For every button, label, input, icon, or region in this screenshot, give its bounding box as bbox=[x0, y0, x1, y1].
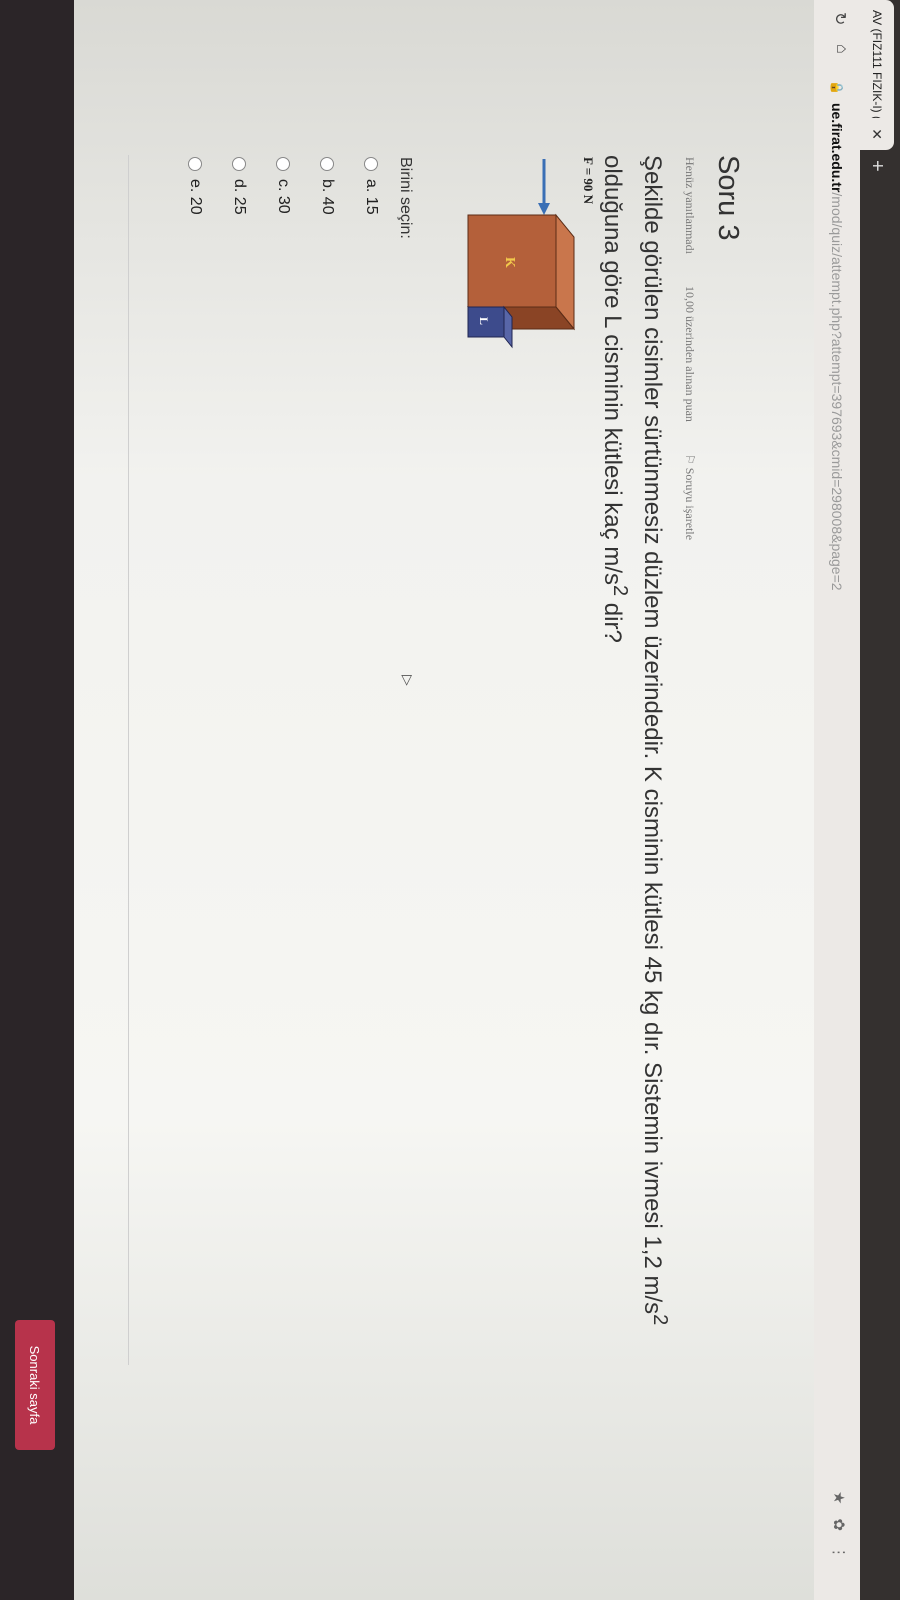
tab-title: AV (FIZ111 FIZIK-I) (say... bbox=[870, 10, 884, 119]
option-a[interactable]: a. 15 bbox=[362, 157, 380, 215]
radio-button[interactable] bbox=[364, 157, 378, 171]
divider bbox=[128, 155, 129, 1365]
question-text: Şekilde görülen cisimler sürtünmesiz düz… bbox=[596, 155, 676, 1355]
option-label: d. 25 bbox=[231, 179, 248, 215]
block-l-label: L bbox=[477, 317, 491, 325]
question-text-part3: dir? bbox=[599, 596, 626, 643]
close-tab-icon[interactable]: ✕ bbox=[869, 128, 886, 140]
screen: AV (FIZ111 FIZIK-I) (say... ✕ + ↻ ⌂ 🔒 ue… bbox=[0, 0, 900, 1600]
answer-prompt: Birini seçin: bbox=[397, 157, 414, 239]
option-d[interactable]: d. 25 bbox=[230, 157, 248, 215]
radio-button[interactable] bbox=[276, 157, 290, 171]
home-icon[interactable]: ⌂ bbox=[832, 44, 850, 54]
address-bar: ↻ ⌂ 🔒 ue.firat.edu.tr/mod/quiz/attempt.p… bbox=[814, 0, 860, 1600]
reload-icon[interactable]: ↻ bbox=[830, 12, 850, 25]
force-arrow-head-icon bbox=[538, 203, 550, 215]
question-status: Henüz yanıtlanmadı bbox=[683, 157, 697, 254]
question-title: Soru 3 bbox=[712, 155, 744, 241]
question-text-exp1: 2 bbox=[649, 1314, 671, 1326]
option-b[interactable]: b. 40 bbox=[318, 157, 336, 215]
mouse-pointer-icon: ▷ bbox=[400, 675, 416, 686]
tab-bar: AV (FIZ111 FIZIK-I) (say... ✕ + bbox=[860, 0, 900, 1600]
page-content: Soru 3 Henüz yanıtlanmadı 10,00 üzerinde… bbox=[74, 0, 814, 1600]
option-label: a. 15 bbox=[363, 179, 380, 215]
option-label: e. 20 bbox=[187, 179, 204, 215]
flag-icon: ⚐ bbox=[683, 453, 697, 465]
question-points: 10,00 üzerinden alınan puan bbox=[683, 285, 697, 422]
url-field[interactable]: 🔒 ue.firat.edu.tr/mod/quiz/attempt.php?a… bbox=[822, 80, 852, 1500]
extension-icon[interactable]: ✿ bbox=[830, 1518, 848, 1531]
bookmark-star-icon[interactable]: ★ bbox=[830, 1491, 848, 1504]
lock-icon: 🔒 bbox=[830, 80, 844, 95]
force-label: F = 90 N bbox=[581, 157, 596, 205]
option-label: c. 30 bbox=[275, 179, 292, 214]
blocks-figure: F = 90 N K L bbox=[466, 157, 596, 349]
option-e[interactable]: e. 20 bbox=[186, 157, 204, 215]
question-meta: Henüz yanıtlanmadı 10,00 üzerinden alına… bbox=[682, 157, 697, 540]
menu-icon[interactable]: ⋮ bbox=[830, 1545, 848, 1560]
radio-button[interactable] bbox=[232, 157, 246, 171]
url-path: /mod/quiz/attempt.php?attempt=397693&cmi… bbox=[829, 192, 845, 591]
option-c[interactable]: c. 30 bbox=[274, 157, 292, 214]
question-text-part1: Şekilde görülen cisimler sürtünmesiz düz… bbox=[639, 155, 666, 1315]
next-page-button[interactable]: Sonraki sayfa bbox=[15, 1320, 55, 1450]
option-label: b. 40 bbox=[319, 179, 336, 215]
radio-button[interactable] bbox=[188, 157, 202, 171]
browser-tab[interactable]: AV (FIZ111 FIZIK-I) (say... ✕ bbox=[860, 0, 894, 150]
question-panel: Soru 3 Henüz yanıtlanmadı 10,00 üzerinde… bbox=[74, 145, 814, 1365]
radio-button[interactable] bbox=[320, 157, 334, 171]
browser-toolbar-icons: ★ ✿ ⋮ bbox=[830, 1491, 848, 1560]
question-text-exp2: 2 bbox=[609, 584, 631, 597]
url-host: ue.firat.edu.tr bbox=[829, 102, 845, 193]
block-k-label: K bbox=[502, 257, 517, 268]
flag-label: Soruyu işaretle bbox=[683, 467, 697, 541]
new-tab-icon[interactable]: + bbox=[865, 160, 888, 172]
flag-question-link[interactable]: ⚐ Soruyu işaretle bbox=[682, 454, 697, 540]
